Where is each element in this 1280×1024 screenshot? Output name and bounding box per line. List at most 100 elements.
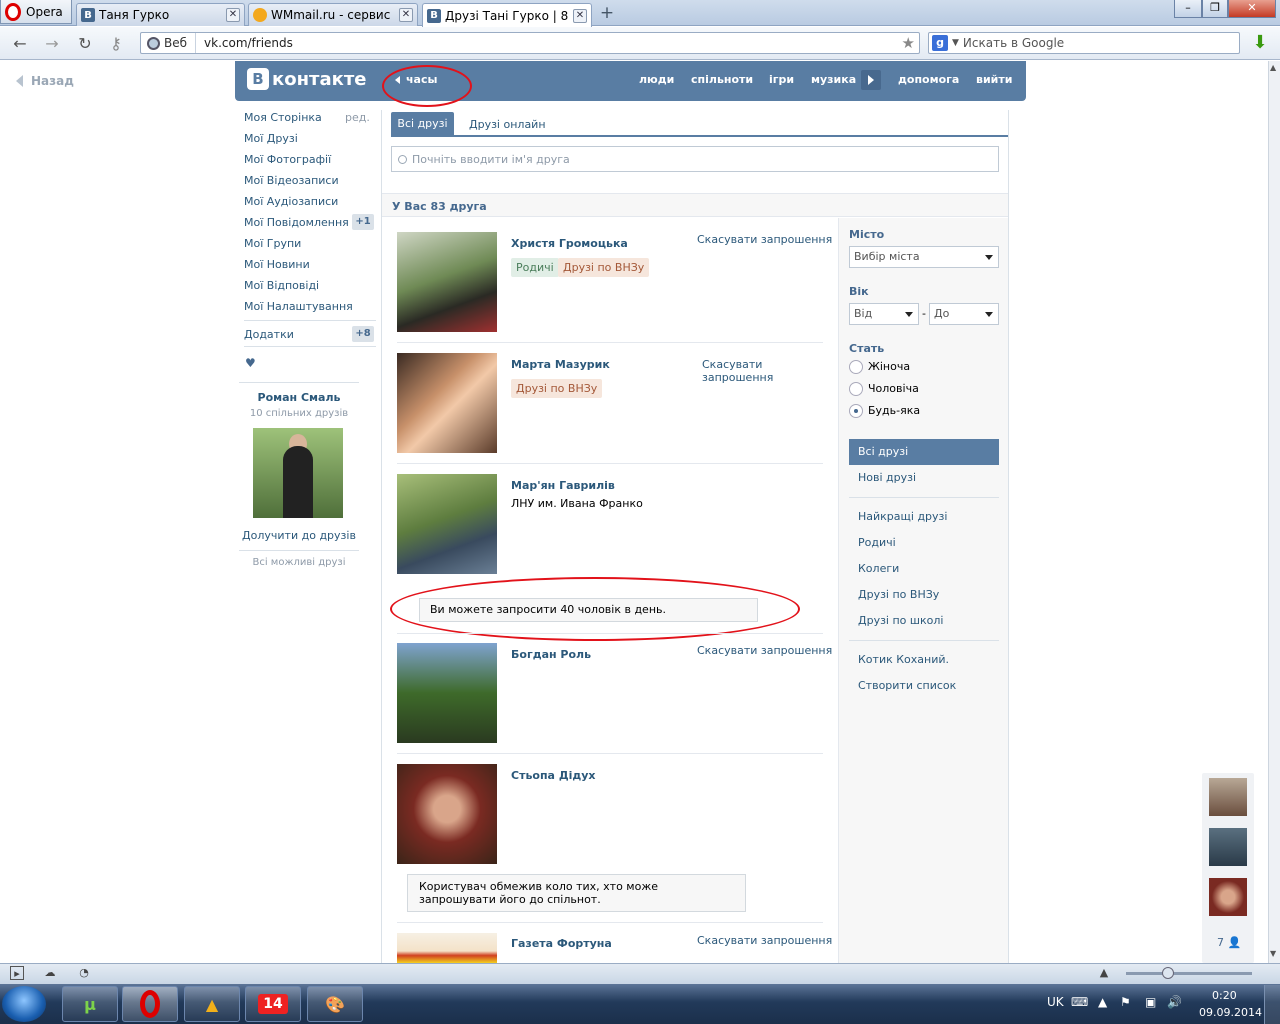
friend-photo[interactable] [397,643,497,743]
tab-friends[interactable]: В Друзі Тані Гурко | 83 д... ✕ [422,3,592,27]
menu-my-audio[interactable]: Мої Аудіозаписи [244,195,338,208]
reload-icon[interactable]: ↻ [75,35,95,53]
cancel-invite-link[interactable]: Скасувати запрошення [697,233,832,246]
back-arrow-icon[interactable]: ← [10,35,30,53]
nav-communities[interactable]: спільноти [691,73,753,86]
radio-male-label[interactable]: Чоловіча [868,382,919,395]
radio-female[interactable] [849,360,863,374]
radio-male[interactable] [849,382,863,396]
utorrent-icon[interactable]: µ [62,986,118,1022]
label-university[interactable]: Друзі по ВНЗу [558,258,650,277]
suggestion-avatar[interactable] [253,428,343,518]
friend-photo[interactable] [397,933,497,963]
minimize-icon[interactable]: – [1174,0,1202,18]
label-relatives[interactable]: Родичі [511,258,559,277]
list-school[interactable]: Друзі по школі [858,614,943,627]
tab-friends-online[interactable]: Друзі онлайн [469,118,546,131]
back-link[interactable]: Назад [16,74,74,88]
close-tab-icon[interactable]: ✕ [226,8,240,22]
menu-my-page[interactable]: Моя Сторінка [244,111,322,124]
age-from-select[interactable]: Від [849,303,919,325]
nav-help[interactable]: допомога [898,73,959,86]
app-14-icon[interactable]: 14 [245,986,301,1022]
zoom-arrow-icon[interactable]: ▲ [1097,966,1111,980]
nav-people[interactable]: люди [639,73,674,86]
aimp-icon[interactable]: ▲ [184,986,240,1022]
friend-search-input[interactable]: Почніть вводити ім'я друга [391,146,999,172]
create-list-link[interactable]: Створити список [858,679,956,692]
city-select[interactable]: Вибір міста [849,246,999,268]
flag-icon[interactable]: ⚑ [1120,995,1131,1009]
new-tab-icon[interactable]: + [598,4,616,22]
zoom-slider[interactable] [1126,972,1252,975]
friend-name[interactable]: Мар'ян Гаврилів [511,479,615,492]
page-scrollbar[interactable]: ▲ ▼ [1268,61,1280,963]
menu-my-photos[interactable]: Мої Фотографії [244,153,331,166]
apps-badge[interactable]: +8 [352,326,374,342]
add-friend-link[interactable]: Долучити до друзів [239,529,359,542]
zoom-knob[interactable] [1162,967,1174,979]
list-best-friends[interactable]: Найкращі друзі [858,510,947,523]
nav-music[interactable]: музика [811,73,856,86]
cancel-invite-link[interactable]: Скасувати запрошення [702,358,782,384]
tab-all-friends[interactable]: Всі друзі [391,112,454,136]
network-icon[interactable]: ▣ [1145,995,1156,1009]
friend-photo[interactable] [397,474,497,574]
clock-time[interactable]: 0:20 [1212,989,1237,1002]
menu-my-friends[interactable]: Мої Друзі [244,132,298,145]
menu-my-answers[interactable]: Мої Відповіді [244,279,319,292]
paint-icon[interactable]: 🎨 [307,986,363,1022]
friend-name[interactable]: Марта Мазурик [511,358,610,371]
keyboard-icon[interactable]: ⌨ [1071,995,1088,1009]
online-count[interactable]: 7 👤 [1217,936,1241,949]
close-tab-icon[interactable]: ✕ [399,8,413,22]
age-to-select[interactable]: До [929,303,999,325]
url-text[interactable]: vk.com/friends [196,36,293,50]
friend-name[interactable]: Христя Громоцька [511,237,628,250]
radio-any[interactable] [849,404,863,418]
cancel-invite-link[interactable]: Скасувати запрошення [697,644,832,657]
menu-my-settings[interactable]: Мої Налаштування [244,300,353,313]
google-search-field[interactable]: g ▼ Искать в Google [928,32,1240,54]
start-button[interactable] [2,986,46,1022]
messages-badge[interactable]: +1 [352,214,374,230]
cloud-icon[interactable]: ☁ [43,966,57,980]
suggestion-name[interactable]: Роман Смаль [239,391,359,404]
menu-my-groups[interactable]: Мої Групи [244,237,301,250]
friend-name[interactable]: Стьопа Дідух [511,769,596,782]
vk-logo[interactable]: В контакте [247,68,366,90]
list-new-friends[interactable]: Нові друзі [858,471,916,484]
download-icon[interactable]: ⬇ [1250,32,1270,53]
restore-icon[interactable]: ❐ [1202,0,1228,18]
label-university[interactable]: Друзі по ВНЗу [511,379,603,398]
opera-taskbar-icon[interactable] [122,986,178,1022]
speed-dial-icon[interactable]: ◔ [77,966,91,980]
bookmark-star-icon[interactable]: ★ [902,34,915,52]
close-window-icon[interactable]: ✕ [1228,0,1276,18]
menu-edit[interactable]: ред. [345,111,370,124]
nav-games[interactable]: ігри [769,73,794,86]
chevron-down-icon[interactable]: ▼ [952,38,959,48]
scroll-up-icon[interactable]: ▲ [1270,63,1279,72]
radio-any-label[interactable]: Будь-яка [868,404,920,417]
opera-menu-button[interactable]: Opera [0,0,72,24]
friend-name[interactable]: Богдан Роль [511,648,591,661]
friend-photo[interactable] [397,232,497,332]
show-desktop-button[interactable] [1264,985,1280,1024]
web-badge[interactable]: Веб [141,33,197,53]
tab-wmmail[interactable]: WMmail.ru - сервис п... ✕ [248,3,418,26]
radio-female-label[interactable]: Жіноча [868,360,910,373]
cancel-invite-link[interactable]: Скасувати запрошення [697,934,832,947]
friend-name[interactable]: Газета Фортуна [511,937,612,950]
list-all-friends[interactable]: Всі друзі [849,439,999,465]
menu-my-messages[interactable]: Мої Повідомлення [244,216,349,229]
volume-icon[interactable]: 🔊 [1167,995,1182,1009]
online-friend-thumb[interactable] [1209,878,1247,916]
menu-apps[interactable]: Додатки [244,328,294,341]
menu-my-videos[interactable]: Мої Відеозаписи [244,174,339,187]
online-friend-thumb[interactable] [1209,828,1247,866]
show-hidden-icon[interactable]: ▲ [1098,995,1107,1009]
key-icon[interactable]: ⚷ [106,35,126,53]
forward-arrow-icon[interactable]: → [42,35,62,53]
list-university[interactable]: Друзі по ВНЗу [858,588,939,601]
